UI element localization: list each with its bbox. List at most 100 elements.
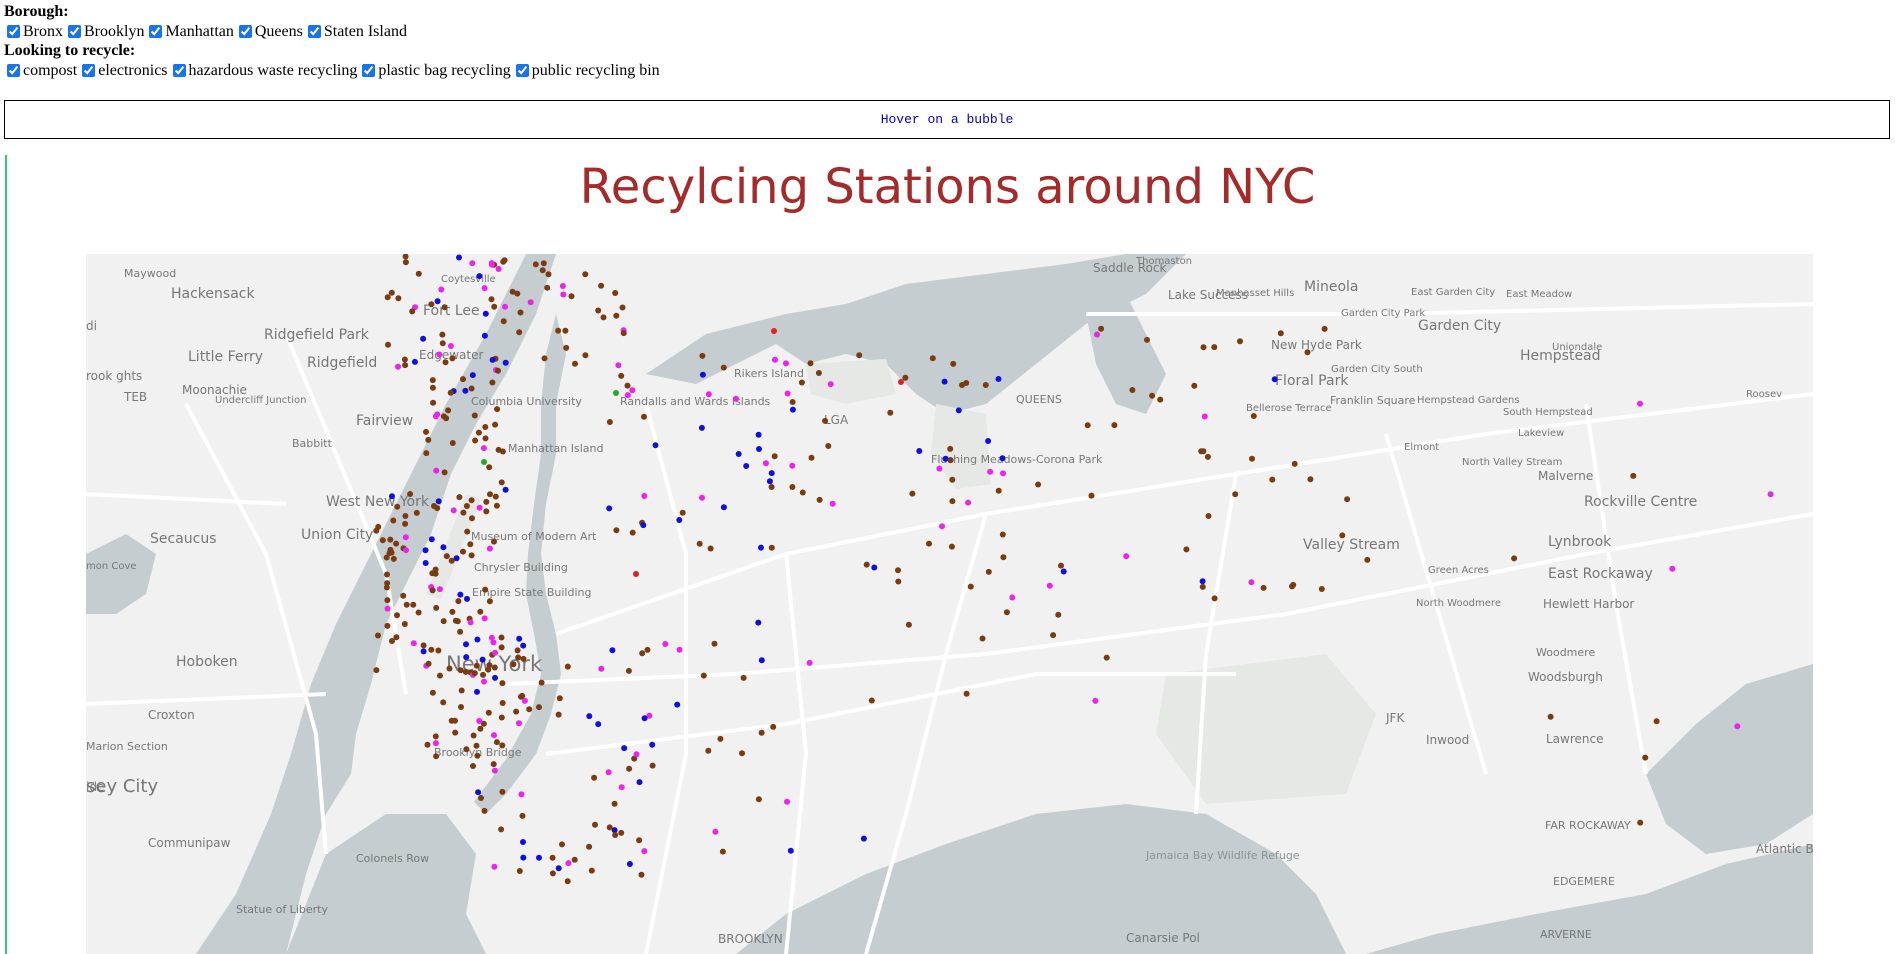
station-marker[interactable]: [784, 798, 790, 805]
station-marker[interactable]: [611, 800, 618, 807]
station-marker[interactable]: [492, 649, 499, 656]
map-canvas[interactable]: MaywoodHackensackCoytesvilleFort LeeRidg…: [86, 254, 1813, 954]
station-marker[interactable]: [432, 733, 439, 740]
station-marker[interactable]: [467, 619, 474, 626]
station-marker[interactable]: [947, 457, 954, 464]
station-marker[interactable]: [816, 496, 823, 503]
station-marker[interactable]: [618, 784, 625, 791]
station-marker[interactable]: [373, 527, 380, 534]
station-marker[interactable]: [588, 867, 595, 874]
recycle-option-public-bin[interactable]: public recycling bin: [513, 61, 660, 80]
station-marker[interactable]: [1269, 476, 1276, 483]
station-marker[interactable]: [633, 571, 639, 577]
station-marker[interactable]: [389, 493, 395, 500]
station-marker[interactable]: [499, 680, 506, 687]
station-marker[interactable]: [498, 826, 505, 833]
station-marker[interactable]: [536, 854, 542, 861]
station-marker[interactable]: [481, 285, 488, 292]
station-marker[interactable]: [822, 417, 829, 424]
station-marker[interactable]: [640, 522, 647, 529]
station-marker[interactable]: [564, 663, 571, 670]
station-marker[interactable]: [491, 664, 498, 671]
hazardous-checkbox[interactable]: [172, 64, 186, 77]
station-marker[interactable]: [755, 796, 762, 803]
station-marker[interactable]: [452, 617, 459, 624]
station-marker[interactable]: [495, 266, 502, 272]
station-marker[interactable]: [705, 391, 712, 398]
station-marker[interactable]: [545, 271, 552, 278]
station-marker[interactable]: [636, 779, 643, 786]
station-marker[interactable]: [384, 605, 391, 612]
station-marker[interactable]: [401, 621, 408, 627]
station-marker[interactable]: [516, 329, 523, 336]
station-marker[interactable]: [624, 392, 631, 399]
station-marker[interactable]: [1183, 546, 1190, 553]
station-marker[interactable]: [1291, 460, 1298, 467]
station-marker[interactable]: [490, 761, 497, 768]
station-marker[interactable]: [481, 332, 488, 339]
station-marker[interactable]: [400, 592, 407, 599]
station-marker[interactable]: [403, 601, 410, 608]
station-marker[interactable]: [700, 672, 707, 679]
station-marker[interactable]: [469, 515, 475, 522]
station-marker[interactable]: [540, 260, 547, 267]
station-marker[interactable]: [618, 829, 625, 836]
station-marker[interactable]: [510, 661, 517, 668]
station-marker[interactable]: [539, 267, 546, 274]
station-marker[interactable]: [766, 478, 773, 485]
station-marker[interactable]: [620, 330, 627, 337]
station-marker[interactable]: [719, 848, 726, 855]
station-marker[interactable]: [1000, 554, 1007, 561]
station-marker[interactable]: [625, 667, 632, 674]
station-marker[interactable]: [498, 714, 505, 721]
station-marker[interactable]: [1199, 583, 1206, 590]
station-marker[interactable]: [468, 497, 475, 504]
station-marker[interactable]: [644, 646, 651, 653]
station-marker[interactable]: [613, 312, 620, 319]
borough-option-bronx[interactable]: Bronx: [4, 22, 63, 41]
station-marker[interactable]: [452, 729, 459, 736]
station-marker[interactable]: [606, 824, 613, 831]
station-marker[interactable]: [1344, 496, 1351, 503]
station-marker[interactable]: [586, 713, 593, 720]
station-marker[interactable]: [898, 379, 904, 385]
station-marker[interactable]: [985, 568, 992, 575]
station-marker[interactable]: [491, 732, 497, 739]
station-marker[interactable]: [475, 789, 482, 796]
station-marker[interactable]: [641, 848, 648, 855]
station-marker[interactable]: [1318, 586, 1325, 592]
station-marker[interactable]: [902, 374, 909, 381]
station-marker[interactable]: [1637, 819, 1644, 826]
station-marker[interactable]: [929, 355, 936, 362]
station-marker[interactable]: [784, 390, 791, 397]
station-marker[interactable]: [621, 745, 628, 752]
station-marker[interactable]: [1055, 611, 1062, 618]
station-marker[interactable]: [987, 468, 994, 475]
station-marker[interactable]: [649, 741, 656, 748]
station-marker[interactable]: [967, 583, 974, 590]
station-marker[interactable]: [955, 407, 962, 414]
station-marker[interactable]: [520, 839, 526, 845]
station-marker[interactable]: [598, 282, 605, 289]
station-marker[interactable]: [493, 739, 500, 746]
station-marker[interactable]: [499, 700, 506, 706]
station-marker[interactable]: [1144, 336, 1150, 343]
station-marker[interactable]: [563, 344, 570, 351]
station-marker[interactable]: [1088, 492, 1095, 499]
station-marker[interactable]: [1767, 491, 1774, 498]
station-marker[interactable]: [442, 359, 449, 366]
station-marker[interactable]: [1339, 532, 1346, 539]
station-marker[interactable]: [963, 690, 970, 697]
station-marker[interactable]: [999, 455, 1006, 462]
station-marker[interactable]: [456, 494, 463, 501]
station-marker[interactable]: [1191, 382, 1198, 389]
station-marker[interactable]: [895, 578, 902, 585]
station-marker[interactable]: [612, 290, 619, 296]
station-marker[interactable]: [562, 327, 569, 334]
station-marker[interactable]: [499, 788, 506, 795]
station-marker[interactable]: [498, 479, 505, 486]
station-marker[interactable]: [582, 352, 589, 359]
station-marker[interactable]: [475, 429, 482, 436]
station-marker[interactable]: [916, 448, 923, 454]
station-marker[interactable]: [423, 428, 429, 435]
